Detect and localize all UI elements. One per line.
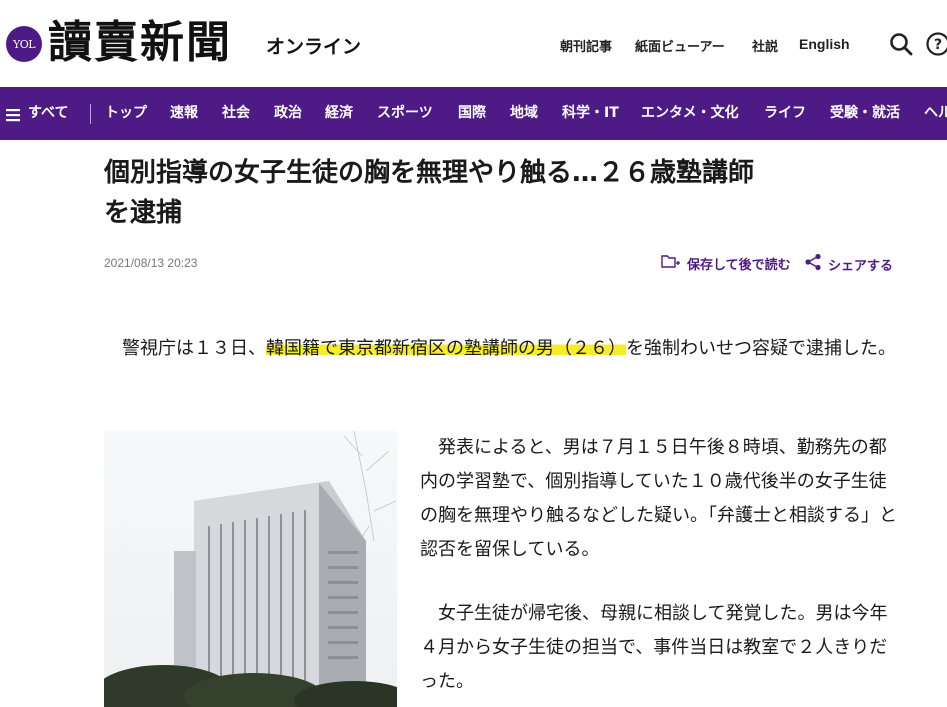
- highlighted-text: 韓国籍で東京都新宿区の塾講師の男（２６）: [266, 338, 626, 359]
- article-date: 2021/08/13 20:23: [104, 256, 198, 270]
- save-for-later-button[interactable]: 保存して後で読む: [661, 253, 791, 273]
- site-logo-sub[interactable]: オンライン: [266, 32, 361, 59]
- main-nav: すべて トップ 速報 社会 政治 経済 スポーツ 国際 地域 科学・IT エンタ…: [0, 87, 947, 140]
- site-header: YOL 讀賣新聞 オンライン 朝刊記事 紙面ビューアー 社説 English ?: [0, 0, 947, 87]
- paper-viewer-link[interactable]: 紙面ビューアー: [635, 36, 725, 55]
- nav-economy[interactable]: 経済: [325, 87, 353, 140]
- share-button[interactable]: シェアする: [804, 253, 893, 275]
- article-headline: 個別指導の女子生徒の胸を無理やり触る…２６歳塾講師 を逮捕: [104, 153, 894, 233]
- nav-exam-job[interactable]: 受験・就活: [830, 87, 900, 140]
- english-link[interactable]: English: [799, 36, 850, 52]
- share-icon: [804, 253, 822, 275]
- nav-science-it[interactable]: 科学・IT: [562, 87, 619, 140]
- nav-divider: [90, 104, 91, 124]
- nav-life[interactable]: ライフ: [764, 87, 806, 140]
- save-folder-icon: [661, 253, 681, 273]
- article-paragraph-2: 発表によると、男は７月１５日午後８時頃、勤務先の都内の学習塾で、個別指導していた…: [420, 437, 897, 560]
- nav-health[interactable]: ヘル: [924, 87, 947, 140]
- nav-regional[interactable]: 地域: [510, 87, 538, 140]
- p1-after: を強制わいせつ容疑で逮捕した。: [626, 338, 896, 359]
- site-logo[interactable]: 讀賣新聞: [48, 14, 232, 72]
- svg-text:?: ?: [934, 37, 942, 53]
- headline-line-1: 個別指導の女子生徒の胸を無理やり触る…２６歳塾講師: [104, 158, 755, 188]
- article-paragraph-1: 警視庁は１３日、韓国籍で東京都新宿区の塾講師の男（２６）を強制わいせつ容疑で逮捕…: [104, 332, 899, 366]
- menu-icon[interactable]: [6, 107, 20, 122]
- yol-logo-badge[interactable]: YOL: [6, 26, 42, 62]
- nav-entertainment[interactable]: エンタメ・文化: [641, 87, 739, 140]
- search-icon[interactable]: [888, 31, 914, 57]
- nav-politics[interactable]: 政治: [274, 87, 302, 140]
- save-label: 保存して後で読む: [687, 257, 791, 273]
- share-label: シェアする: [828, 258, 894, 274]
- p1-before: 警視庁は１３日、: [104, 338, 266, 359]
- editorial-link[interactable]: 社説: [752, 36, 778, 55]
- nav-top[interactable]: トップ: [105, 87, 147, 140]
- help-icon[interactable]: ?: [925, 31, 947, 57]
- nav-sports[interactable]: スポーツ: [377, 87, 433, 140]
- morning-edition-link[interactable]: 朝刊記事: [560, 36, 612, 55]
- nav-society[interactable]: 社会: [222, 87, 250, 140]
- nav-international[interactable]: 国際: [458, 87, 486, 140]
- nav-breaking[interactable]: 速報: [170, 87, 198, 140]
- headline-line-2: を逮捕: [104, 198, 183, 228]
- article-paragraph-3: 女子生徒が帰宅後、母親に相談して発覚した。男は今年４月から女子生徒の担当で、事件…: [420, 603, 888, 692]
- nav-all[interactable]: すべて: [28, 87, 68, 140]
- article-photo[interactable]: [104, 431, 397, 707]
